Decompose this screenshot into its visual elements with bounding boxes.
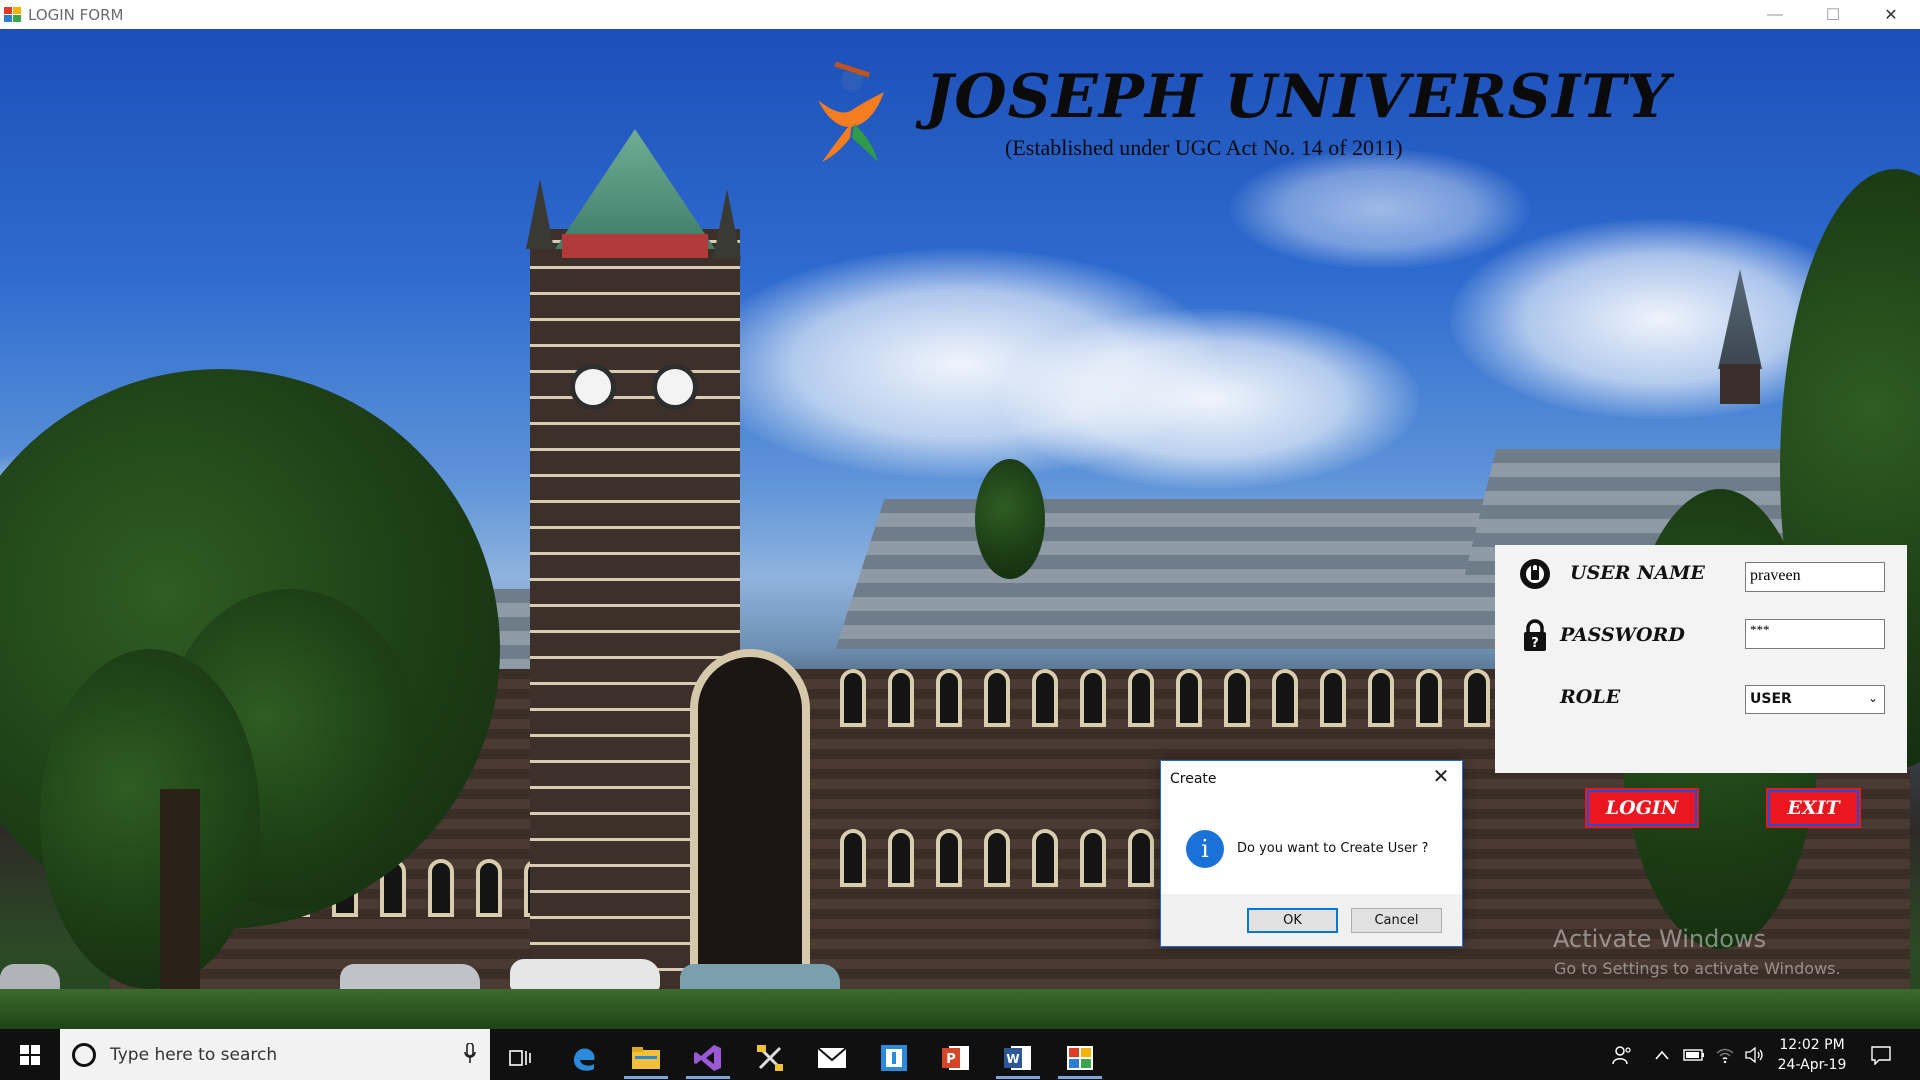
chevron-down-icon: ⌄: [1867, 691, 1878, 705]
window-controls: — ☐ ✕: [1746, 0, 1920, 29]
role-select[interactable]: USER ⌄: [1745, 685, 1885, 714]
username-field[interactable]: praveen: [1745, 562, 1885, 592]
search-box[interactable]: Type here to search: [60, 1029, 490, 1080]
clock-time: 12:02 PM: [1779, 1037, 1845, 1053]
edge-icon[interactable]: [556, 1037, 612, 1079]
university-emblem-icon: [818, 62, 884, 162]
dialog-close-icon[interactable]: ✕: [1429, 765, 1453, 789]
dialog-title: Create: [1170, 771, 1217, 787]
ok-button[interactable]: OK: [1247, 908, 1338, 933]
running-indicator: [1058, 1076, 1102, 1079]
background-photo: [0, 29, 1920, 1029]
dialog-footer: OK Cancel: [1161, 894, 1462, 946]
tools-icon[interactable]: [742, 1037, 798, 1079]
running-indicator: [686, 1076, 730, 1079]
visual-studio-icon[interactable]: [680, 1037, 736, 1079]
username-label: USER NAME: [1570, 562, 1705, 584]
role-label: ROLE: [1560, 686, 1621, 708]
svg-text:W: W: [1006, 1052, 1019, 1066]
mail-icon[interactable]: [804, 1037, 860, 1079]
word-icon[interactable]: W: [990, 1037, 1046, 1079]
window-title: LOGIN FORM: [28, 5, 124, 24]
people-icon[interactable]: [1604, 1029, 1640, 1080]
battery-icon[interactable]: [1678, 1029, 1710, 1080]
taskbar: Type here to search P W 12:02 PM 24-Apr-…: [0, 1029, 1920, 1080]
app-icon[interactable]: [866, 1037, 922, 1079]
volume-icon[interactable]: [1740, 1029, 1770, 1080]
password-lock-icon: ?: [1524, 619, 1546, 651]
exit-button[interactable]: EXIT: [1766, 788, 1861, 828]
app-icon: [4, 6, 22, 23]
cancel-button[interactable]: Cancel: [1351, 908, 1442, 933]
university-subtitle: (Established under UGC Act No. 14 of 201…: [1005, 135, 1403, 160]
powerpoint-icon[interactable]: P: [928, 1037, 984, 1079]
running-indicator: [996, 1076, 1040, 1079]
chevron-up-icon[interactable]: [1648, 1029, 1676, 1080]
minimize-button[interactable]: —: [1746, 0, 1804, 29]
running-indicator: [624, 1076, 668, 1079]
activate-windows-watermark: Activate Windows Go to Settings to activ…: [1553, 925, 1841, 978]
password-field[interactable]: ***: [1745, 619, 1885, 649]
watermark-subtitle: Go to Settings to activate Windows.: [1554, 959, 1841, 978]
password-label: PASSWORD: [1560, 624, 1685, 646]
dialog-message: Do you want to Create User ?: [1237, 841, 1429, 856]
watermark-title: Activate Windows: [1553, 925, 1767, 953]
taskbar-clock[interactable]: 12:02 PM 24-Apr-19: [1770, 1035, 1854, 1075]
role-select-value: USER: [1750, 691, 1792, 707]
login-button[interactable]: LOGIN: [1585, 788, 1699, 828]
microphone-icon[interactable]: [464, 1043, 476, 1065]
task-view-icon[interactable]: [492, 1037, 548, 1079]
cortana-icon: [72, 1042, 96, 1067]
winforms-app-icon[interactable]: [1052, 1037, 1108, 1079]
search-placeholder: Type here to search: [110, 1044, 278, 1065]
maximize-button[interactable]: ☐: [1804, 0, 1862, 29]
close-button[interactable]: ✕: [1862, 0, 1920, 29]
user-lock-icon: [1520, 559, 1550, 589]
notifications-icon[interactable]: [1860, 1029, 1902, 1080]
create-user-dialog: Create ✕ i Do you want to Create User ? …: [1160, 760, 1463, 947]
info-icon: i: [1186, 830, 1224, 868]
clock-date: 24-Apr-19: [1777, 1057, 1847, 1073]
windows-logo-icon: [20, 1044, 40, 1065]
svg-text:P: P: [946, 1052, 956, 1067]
window-titlebar: LOGIN FORM — ☐ ✕: [0, 0, 1920, 29]
file-explorer-icon[interactable]: [618, 1037, 674, 1079]
wifi-icon[interactable]: [1710, 1029, 1740, 1080]
university-name: JOSEPH UNIVERSITY: [925, 62, 1671, 132]
svg-text:?: ?: [1531, 636, 1539, 651]
start-button[interactable]: [0, 1029, 60, 1080]
